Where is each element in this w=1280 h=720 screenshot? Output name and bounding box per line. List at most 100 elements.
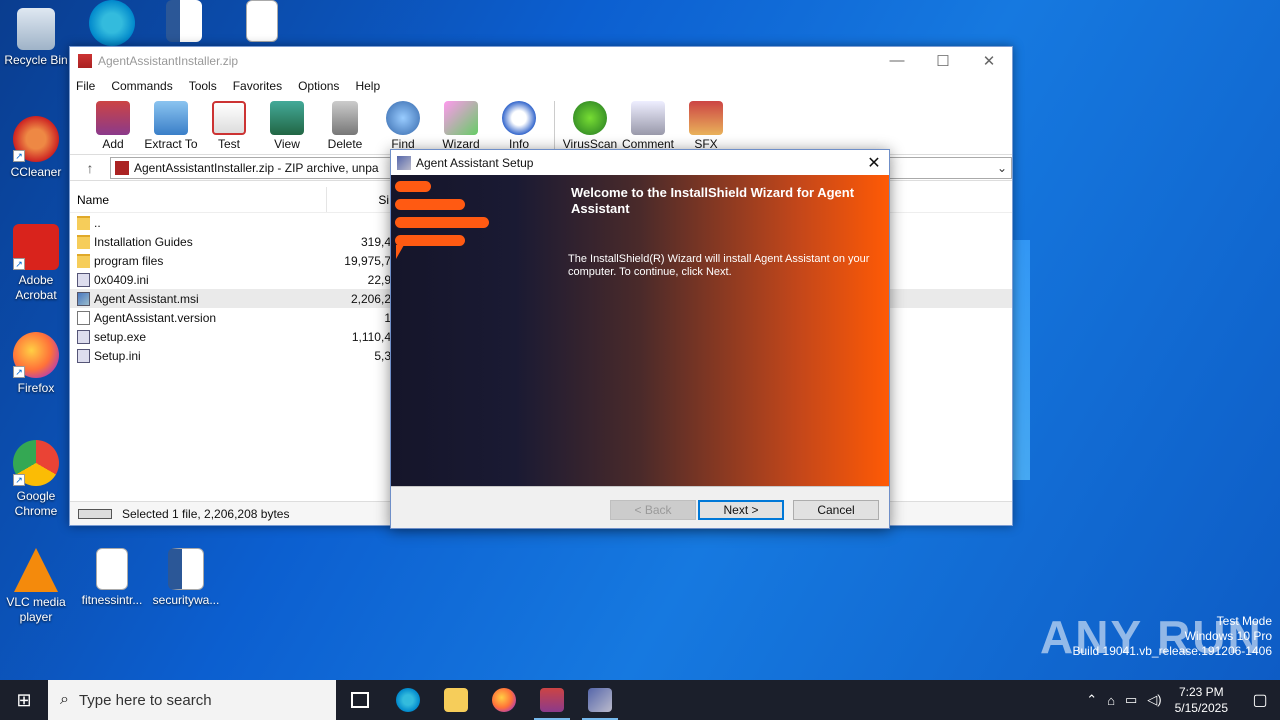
desktop-icon-securitywa[interactable]: securitywa... xyxy=(150,548,222,608)
taskbar-file-explorer[interactable] xyxy=(432,680,480,720)
minimize-icon[interactable]: — xyxy=(874,52,920,70)
column-size[interactable]: Si xyxy=(327,193,391,207)
back-button[interactable]: < Back xyxy=(610,500,696,520)
find-button[interactable]: Find xyxy=(374,97,432,154)
welcome-text: The InstallShield(R) Wizard will install… xyxy=(568,253,870,278)
edge-icon xyxy=(89,0,135,46)
setup-icon xyxy=(588,688,612,712)
close-icon[interactable]: ✕ xyxy=(966,52,1012,70)
taskbar-setup[interactable] xyxy=(576,680,624,720)
info-icon xyxy=(502,101,536,135)
sfx-button[interactable]: SFX xyxy=(677,97,735,154)
firefox-icon xyxy=(492,688,516,712)
setup-dialog[interactable]: Agent Assistant Setup ✕ Welcome to the I… xyxy=(390,149,890,529)
sfx-box-icon xyxy=(689,101,723,135)
column-name[interactable]: Name xyxy=(70,187,327,212)
setup-titlebar[interactable]: Agent Assistant Setup ✕ xyxy=(391,150,889,175)
desktop-icon-fitnessintr[interactable]: fitnessintr... xyxy=(76,548,148,608)
magnifier-icon xyxy=(386,101,420,135)
desktop-icon-google-chrome[interactable]: ↗ Google Chrome xyxy=(0,440,72,519)
desktop-icon-edge-top[interactable] xyxy=(76,0,148,49)
extract-to-button[interactable]: Extract To xyxy=(142,97,200,154)
desktop-icon-ccleaner[interactable]: ↗ CCleaner xyxy=(0,116,72,180)
menu-options[interactable]: Options xyxy=(298,79,339,93)
taskbar-search[interactable]: ⌕ Type here to search xyxy=(48,680,336,720)
desktop-icon-firefox[interactable]: ↗ Firefox xyxy=(0,332,72,396)
ini-file-icon xyxy=(77,272,90,287)
comment-button[interactable]: Comment xyxy=(619,97,677,154)
taskbar-firefox[interactable] xyxy=(480,680,528,720)
word-file-icon xyxy=(166,0,202,42)
brand-logo-tail xyxy=(396,245,404,259)
test-button[interactable]: Test xyxy=(200,97,258,154)
taskbar-winrar[interactable] xyxy=(528,680,576,720)
desktop-glow xyxy=(1010,240,1030,480)
book-view-icon xyxy=(270,101,304,135)
vlc-icon xyxy=(14,548,58,592)
task-view-icon[interactable] xyxy=(336,680,384,720)
desktop-icon-label: fitnessintr... xyxy=(81,593,143,607)
desktop-icon-image-top[interactable] xyxy=(226,0,298,45)
toolbar-separator xyxy=(554,101,555,150)
delete-button[interactable]: Delete xyxy=(316,97,374,154)
next-button[interactable]: Next > xyxy=(698,500,784,520)
word-file-icon xyxy=(168,548,204,590)
info-button[interactable]: Info xyxy=(490,97,548,154)
add-button[interactable]: Add xyxy=(84,97,142,154)
virusscan-button[interactable]: VirusScan xyxy=(561,97,619,154)
taskbar: ⊞ ⌕ Type here to search ⌃ ⌂ ▭ ◁) 7:23 PM… xyxy=(0,680,1280,720)
chevron-up-icon[interactable]: ⌃ xyxy=(1086,692,1097,708)
wizard-button[interactable]: Wizard xyxy=(432,97,490,154)
folder-extract-icon xyxy=(154,101,188,135)
bug-scan-icon xyxy=(573,101,607,135)
winrar-app-icon xyxy=(78,54,92,68)
menu-help[interactable]: Help xyxy=(355,79,380,93)
winrar-icon xyxy=(540,688,564,712)
firefox-icon: ↗ xyxy=(13,332,59,378)
display-icon[interactable]: ▭ xyxy=(1125,692,1137,708)
menu-commands[interactable]: Commands xyxy=(111,79,172,93)
setup-banner: Welcome to the InstallShield Wizard for … xyxy=(391,175,889,487)
menu-favorites[interactable]: Favorites xyxy=(233,79,282,93)
desktop-icon-adobe-acrobat[interactable]: ↗ Adobe Acrobat xyxy=(0,224,72,303)
exe-file-icon xyxy=(77,329,90,344)
desktop-icon-label: VLC media player xyxy=(6,595,66,624)
menu-bar: File Commands Tools Favorites Options He… xyxy=(70,75,1012,97)
notification-icon[interactable]: ▢ xyxy=(1240,690,1280,710)
chevron-down-icon[interactable]: ⌄ xyxy=(997,161,1011,175)
setup-footer: < Back Next > Cancel xyxy=(391,486,889,528)
desktop-icon-word-top[interactable] xyxy=(148,0,220,45)
image-file-icon xyxy=(96,548,128,590)
msi-file-icon xyxy=(77,291,90,306)
ccleaner-icon: ↗ xyxy=(13,116,59,162)
folder-icon xyxy=(77,215,90,230)
menu-file[interactable]: File xyxy=(76,79,95,93)
search-placeholder: Type here to search xyxy=(78,691,212,709)
clock[interactable]: 7:23 PM 5/15/2025 xyxy=(1175,684,1228,716)
desktop-icon-label: Google Chrome xyxy=(14,489,58,518)
system-tray: ⌃ ⌂ ▭ ◁) 7:23 PM 5/15/2025 ▢ xyxy=(1081,680,1280,720)
folder-icon xyxy=(444,688,468,712)
taskbar-edge[interactable] xyxy=(384,680,432,720)
network-icon[interactable]: ⌂ xyxy=(1107,693,1115,708)
desktop-icon-label: Adobe Acrobat xyxy=(15,273,57,302)
toolbar: Add Extract To Test View Delete Find Wiz… xyxy=(70,97,1012,155)
menu-tools[interactable]: Tools xyxy=(189,79,217,93)
up-arrow-icon[interactable]: ↑ xyxy=(70,160,110,176)
window-title: AgentAssistantInstaller.zip xyxy=(98,54,239,68)
desktop-icon-vlc[interactable]: VLC media player xyxy=(0,548,72,625)
cancel-button[interactable]: Cancel xyxy=(793,500,879,520)
windows-start-icon[interactable]: ⊞ xyxy=(0,680,48,720)
recycle-bin-icon xyxy=(17,8,55,50)
view-button[interactable]: View xyxy=(258,97,316,154)
close-icon[interactable]: ✕ xyxy=(859,153,889,173)
winrar-titlebar[interactable]: AgentAssistantInstaller.zip — ☐ ✕ xyxy=(70,47,1012,75)
desktop-icon-recycle-bin[interactable]: Recycle Bin xyxy=(0,8,72,68)
volume-icon[interactable]: ◁) xyxy=(1147,692,1161,708)
maximize-icon[interactable]: ☐ xyxy=(920,52,966,70)
edge-icon xyxy=(396,688,420,712)
path-text: AgentAssistantInstaller.zip - ZIP archiv… xyxy=(134,160,379,175)
comment-icon xyxy=(631,101,665,135)
desktop-icon-label: Firefox xyxy=(17,381,55,395)
drive-icon xyxy=(78,508,112,519)
